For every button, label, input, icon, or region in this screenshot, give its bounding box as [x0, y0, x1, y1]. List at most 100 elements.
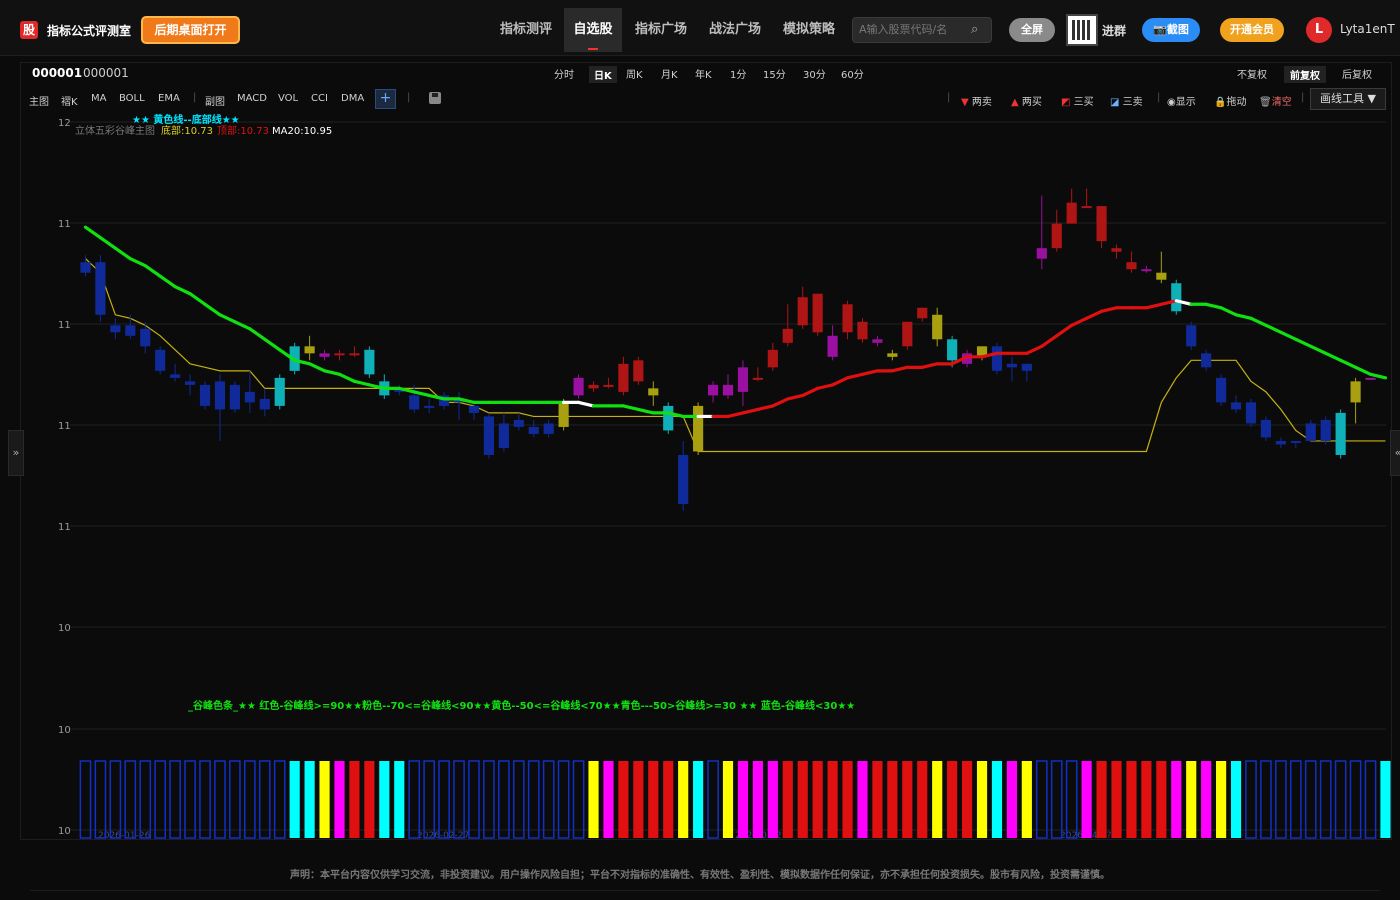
show-label: 显示 [1175, 97, 1196, 108]
candle-body [1036, 248, 1047, 259]
y-tick-label: 11 [58, 522, 71, 533]
indicator-macd[interactable]: MACD [237, 93, 267, 104]
candle-body [80, 262, 91, 273]
candle-body [947, 339, 958, 361]
ma20-segment [890, 365, 909, 373]
candle-body [1051, 223, 1062, 249]
clear-tool[interactable]: 🗑清空 [1259, 93, 1292, 108]
indicator-dma[interactable]: DMA [341, 93, 364, 104]
expand-left-tab[interactable]: » [8, 430, 24, 476]
candle-body [125, 325, 136, 336]
period-intraday[interactable]: 分时 [554, 66, 574, 81]
ma20-segment [1339, 358, 1358, 369]
period-daily[interactable]: 日K [589, 66, 617, 83]
ma20-segment [203, 302, 222, 317]
period-15min[interactable]: 15分 [763, 66, 786, 81]
color-band-bar [932, 761, 943, 838]
candle-body [797, 297, 808, 326]
nav-watchlist[interactable]: 自选股 [564, 8, 622, 52]
candle-body [1126, 262, 1137, 270]
ma20-segment [1368, 372, 1388, 380]
color-band-bar [1216, 761, 1227, 838]
color-band-bar [1021, 761, 1032, 838]
candle-body [812, 293, 823, 333]
color-band-bar [991, 761, 1003, 838]
join-group-link[interactable]: 进群 [1102, 22, 1126, 39]
candle-body [274, 377, 285, 406]
screenshot-button[interactable]: 📷截图 [1142, 18, 1200, 42]
period-monthly[interactable]: 月K [661, 66, 678, 81]
color-band-bar [94, 760, 107, 839]
expand-right-tab[interactable]: « [1390, 430, 1400, 476]
indicator-ma[interactable]: MA [91, 93, 106, 104]
adjust-backward[interactable]: 后复权 [1342, 66, 1372, 81]
candle-body [1066, 202, 1077, 224]
add-indicator-button[interactable]: + [375, 89, 396, 109]
indicator-cci[interactable]: CCI [311, 93, 328, 104]
kline-chart[interactable]: 12111111111010102026-01-262026-02-272026… [20, 112, 1392, 840]
period-30min[interactable]: 30分 [803, 66, 826, 81]
candle-body [648, 388, 659, 396]
three-sell-tool[interactable]: ◪ 三卖 [1110, 93, 1143, 108]
color-band-bar [872, 761, 883, 838]
period-60min[interactable]: 60分 [841, 66, 864, 81]
ma20-segment [83, 225, 103, 240]
color-band-bar [707, 760, 719, 839]
candle-body [1290, 440, 1301, 443]
color-band-bar [678, 761, 689, 838]
color-band-bar [483, 760, 495, 839]
nav-indicator-square[interactable]: 指标广场 [626, 8, 696, 52]
vip-button[interactable]: 开通会员 [1220, 18, 1284, 42]
indicator-vol[interactable]: VOL [278, 93, 298, 104]
logo-badge: 股 [20, 21, 38, 39]
fall-line-icon: ◪ [1110, 97, 1120, 108]
color-band-bar [512, 760, 525, 839]
ma20-segment [188, 292, 207, 306]
three-buy-tool[interactable]: ◩ 三买 [1061, 93, 1094, 108]
nav-simulation[interactable]: 模拟策略 [774, 8, 844, 52]
two-sell-tool[interactable]: ▼ 两卖 [961, 93, 992, 108]
ma20-segment [218, 313, 237, 324]
period-1min[interactable]: 1分 [730, 66, 746, 81]
drag-tool[interactable]: 🔒拖动 [1214, 93, 1246, 108]
search-icon[interactable]: ⌕ [971, 22, 978, 37]
indicator-ema[interactable]: EMA [158, 93, 180, 104]
candle-body [857, 321, 868, 340]
open-desktop-button[interactable]: 后期桌面打开 [141, 16, 240, 44]
color-band-bar [1230, 761, 1242, 838]
ma20-segment [1204, 302, 1223, 310]
indicator-boll[interactable]: BOLL [119, 93, 145, 104]
two-buy-tool[interactable]: ▲ 两买 [1011, 93, 1042, 108]
color-band-bar [1186, 761, 1197, 838]
candle-body [184, 381, 196, 385]
color-band-bar [1096, 761, 1107, 838]
save-icon[interactable] [429, 92, 441, 104]
screenshot-label: 截图 [1166, 23, 1189, 36]
ma20-segment [636, 407, 655, 415]
indicator-main[interactable]: 主图 [29, 93, 49, 108]
indicator-sub[interactable]: 副图 [205, 93, 225, 108]
adjust-none[interactable]: 不复权 [1237, 66, 1267, 81]
color-band-bar [258, 760, 271, 839]
nav-strategy-square[interactable]: 战法广场 [700, 8, 770, 52]
candle-body [1350, 381, 1361, 403]
candle-body [1245, 402, 1257, 424]
avatar[interactable]: L [1306, 17, 1332, 43]
fullscreen-button[interactable]: 全屏 [1009, 18, 1055, 42]
show-tool[interactable]: ◉显示 [1167, 93, 1196, 108]
qr-code-icon[interactable] [1066, 14, 1098, 46]
color-band-bar [273, 760, 286, 839]
ma20-segment [726, 411, 745, 419]
color-band-bar [1111, 761, 1122, 838]
color-band-bar [1006, 761, 1017, 838]
adjust-forward[interactable]: 前复权 [1284, 66, 1326, 83]
period-weekly[interactable]: 周K [626, 66, 643, 81]
username[interactable]: Lyta1enT [1340, 22, 1395, 36]
divider: | [193, 92, 197, 103]
indicator-fold-k[interactable]: 褶K [61, 93, 78, 108]
draw-tools-dropdown[interactable]: 画线工具 ▼ [1310, 88, 1386, 110]
nav-indicator-review[interactable]: 指标测评 [490, 8, 562, 52]
period-yearly[interactable]: 年K [695, 66, 712, 81]
color-band-bar [588, 761, 599, 838]
candle-body [1275, 440, 1286, 445]
